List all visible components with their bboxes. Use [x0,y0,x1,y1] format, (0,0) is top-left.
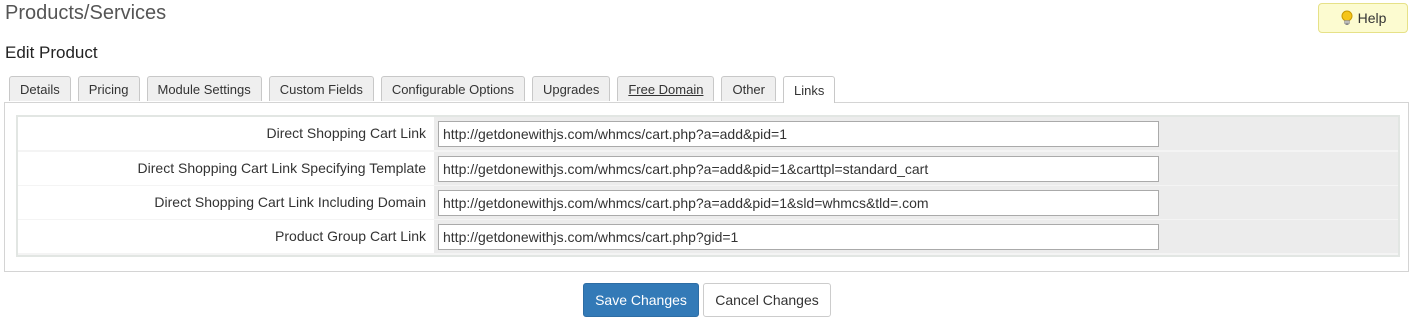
tab-configurable-options[interactable]: Configurable Options [380,76,525,101]
cart-link-domain-field[interactable] [438,190,1159,216]
tab-bar: Details Pricing Module Settings Custom F… [9,76,836,103]
cancel-changes-button[interactable]: Cancel Changes [703,283,831,317]
tab-details[interactable]: Details [9,76,71,101]
form-row: Product Group Cart Link [18,220,1398,253]
tab-custom-fields[interactable]: Custom Fields [268,76,374,101]
form-row: Direct Shopping Cart Link Including Doma… [18,186,1398,219]
help-button[interactable]: Help [1318,3,1408,33]
field-label: Direct Shopping Cart Link Including Doma… [18,186,434,219]
tab-upgrades[interactable]: Upgrades [531,76,611,101]
help-label: Help [1357,10,1387,26]
direct-cart-link-field[interactable] [438,121,1159,147]
cart-link-template-field[interactable] [438,156,1159,182]
tab-links[interactable]: Links [782,76,836,103]
tab-other[interactable]: Other [721,76,776,101]
field-label: Direct Shopping Cart Link [18,117,434,150]
field-label: Product Group Cart Link [18,220,434,253]
save-changes-button[interactable]: Save Changes [583,283,699,317]
tab-panel: Direct Shopping Cart Link Direct Shoppin… [4,102,1409,272]
tab-module-settings[interactable]: Module Settings [146,76,262,101]
lightbulb-icon [1340,10,1354,26]
form-row: Direct Shopping Cart Link Specifying Tem… [18,152,1398,185]
section-title: Edit Product [5,43,98,62]
tab-free-domain[interactable]: Free Domain [617,76,715,101]
tab-pricing[interactable]: Pricing [77,76,140,101]
page-title: Products/Services [5,2,167,24]
field-label: Direct Shopping Cart Link Specifying Tem… [18,152,434,185]
links-form-table: Direct Shopping Cart Link Direct Shoppin… [16,115,1400,257]
form-row: Direct Shopping Cart Link [18,117,1398,150]
group-cart-link-field[interactable] [438,224,1159,250]
